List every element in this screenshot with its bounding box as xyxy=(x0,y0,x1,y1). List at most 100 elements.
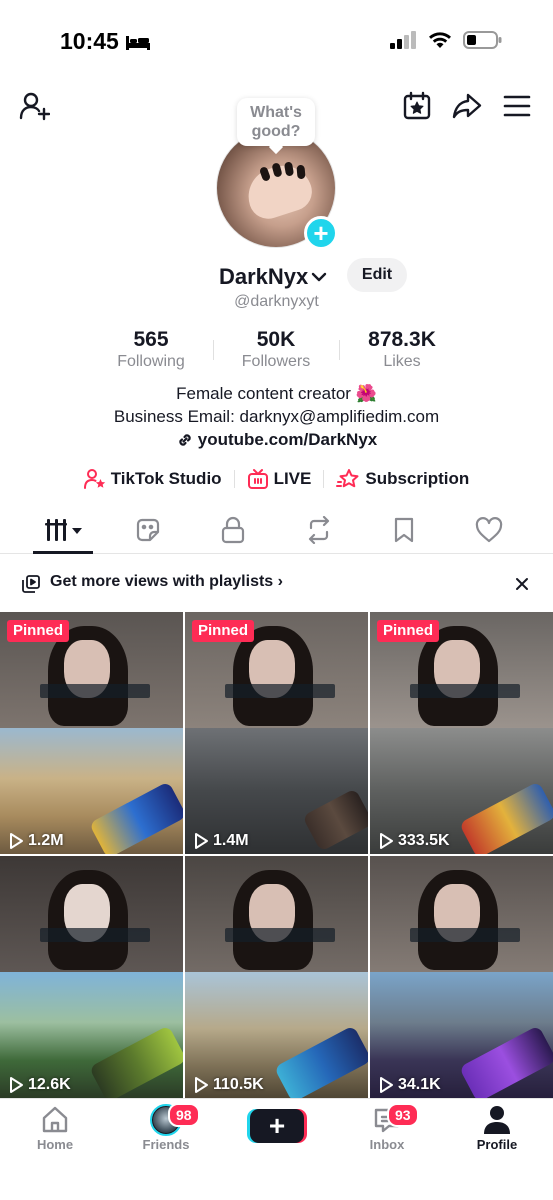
view-count: 34.1K xyxy=(378,1076,441,1094)
video-tile[interactable]: Pinned 333.5K xyxy=(370,612,553,854)
plus-icon: + xyxy=(313,218,329,248)
battery-icon xyxy=(463,31,502,49)
playlist-banner[interactable]: Get more views with playlists › xyxy=(0,563,553,603)
play-outline-icon xyxy=(10,833,23,849)
share-arrow-icon xyxy=(452,93,482,119)
view-count: 12.6K xyxy=(8,1076,71,1094)
lock-icon xyxy=(221,516,245,544)
home-icon xyxy=(42,1106,68,1133)
add-friend-button[interactable] xyxy=(16,88,52,124)
share-profile-button[interactable] xyxy=(449,88,485,124)
stat-label: Followers xyxy=(241,353,311,370)
active-tab-indicator xyxy=(33,551,93,554)
subscription-button[interactable]: Subscription xyxy=(336,468,469,490)
grid-bars-icon xyxy=(45,519,82,541)
playlist-banner-text: Get more views with playlists › xyxy=(50,573,283,590)
tab-reposts[interactable] xyxy=(299,514,339,546)
sleep-bed-icon xyxy=(125,35,150,50)
video-tile[interactable]: 12.6K xyxy=(0,856,183,1098)
status-time: 10:45 xyxy=(60,28,151,55)
status-bar: 10:45 xyxy=(0,0,553,80)
wifi-icon xyxy=(429,32,451,48)
stat-followers[interactable]: 50K Followers xyxy=(211,328,341,372)
stat-following[interactable]: 565 Following xyxy=(86,328,216,372)
create-button[interactable]: + xyxy=(250,1109,304,1143)
nav-inbox[interactable]: Inbox 93 xyxy=(347,1103,427,1152)
tool-divider xyxy=(323,470,325,488)
clock-text: 10:45 xyxy=(60,28,119,54)
nav-friends-label: Friends xyxy=(142,1137,190,1152)
inbox-badge: 93 xyxy=(387,1103,419,1127)
status-note-bubble[interactable]: What's good? xyxy=(237,98,315,146)
live-label: LIVE xyxy=(273,469,312,488)
bio: Female content creator 🌺 Business Email:… xyxy=(0,382,553,455)
nav-home-label: Home xyxy=(36,1137,74,1152)
video-tile[interactable]: Pinned 1.4M xyxy=(185,612,368,854)
nav-home[interactable]: Home xyxy=(15,1105,95,1152)
link-icon xyxy=(179,433,191,446)
chevron-right-icon: › xyxy=(277,573,283,590)
close-icon[interactable] xyxy=(514,576,530,592)
tab-liked[interactable] xyxy=(469,514,509,546)
sticker-face-icon xyxy=(136,518,160,542)
tiktok-studio-button[interactable]: TikTok Studio xyxy=(83,468,222,490)
bottom-nav: Home Friends 98 + Inbox 93 Profile xyxy=(0,1098,553,1200)
nav-profile-label: Profile xyxy=(476,1137,518,1152)
play-outline-icon xyxy=(380,1077,393,1093)
creator-tools: TikTok Studio LIVE Subscription xyxy=(0,466,553,492)
play-outline-icon xyxy=(10,1077,23,1093)
play-outline-icon xyxy=(195,1077,208,1093)
nav-profile[interactable]: Profile xyxy=(457,1105,537,1152)
status-indicators xyxy=(389,30,503,50)
nav-friends[interactable]: Friends 98 xyxy=(126,1103,206,1152)
friends-badge: 98 xyxy=(168,1103,200,1127)
pinned-badge: Pinned xyxy=(192,620,255,642)
tiktok-studio-label: TikTok Studio xyxy=(110,469,222,488)
pinned-badge: Pinned xyxy=(7,620,70,642)
tab-videos[interactable] xyxy=(43,514,87,546)
video-tile[interactable]: 110.5K xyxy=(185,856,368,1098)
tab-reposts-sticker[interactable] xyxy=(128,514,168,546)
display-name-switcher[interactable]: DarkNyx xyxy=(219,264,328,290)
video-tile[interactable]: 34.1K xyxy=(370,856,553,1098)
video-tile[interactable]: Pinned 1.2M xyxy=(0,612,183,854)
bio-line: Business Email: darknyx@amplifiedim.com xyxy=(113,407,440,426)
add-person-icon xyxy=(19,92,50,121)
profile-person-icon xyxy=(484,1106,510,1134)
playlist-icon xyxy=(22,575,40,593)
bio-line: Female content creator 🌺 xyxy=(176,384,377,403)
live-tv-icon xyxy=(247,469,268,489)
view-count: 110.5K xyxy=(193,1076,264,1094)
stat-value: 878.3K xyxy=(368,328,436,351)
view-count: 1.2M xyxy=(8,832,64,850)
display-name: DarkNyx xyxy=(219,264,309,289)
add-story-button[interactable]: + xyxy=(304,216,338,250)
calendar-button[interactable] xyxy=(399,88,435,124)
chevron-down-icon xyxy=(312,272,327,282)
tab-private[interactable] xyxy=(213,514,253,546)
live-button[interactable]: LIVE xyxy=(247,468,312,490)
bookmark-icon xyxy=(394,517,414,543)
view-count: 333.5K xyxy=(378,832,450,850)
person-star-icon xyxy=(83,469,105,489)
play-outline-icon xyxy=(195,833,208,849)
heart-icon xyxy=(475,517,503,543)
view-count: 1.4M xyxy=(193,832,249,850)
content-tabs xyxy=(0,508,553,554)
username-handle: @darknyxyt xyxy=(234,293,319,310)
subscription-label: Subscription xyxy=(365,469,470,488)
pinned-badge: Pinned xyxy=(377,620,440,642)
calendar-star-icon xyxy=(403,91,431,120)
menu-button[interactable] xyxy=(499,88,535,124)
tab-favorites[interactable] xyxy=(384,514,424,546)
profile-stats: 565 Following 50K Followers 878.3K Likes xyxy=(0,328,553,374)
stat-value: 565 xyxy=(133,328,169,351)
stat-likes[interactable]: 878.3K Likes xyxy=(337,328,467,372)
repost-icon xyxy=(308,516,330,544)
bio-link[interactable]: youtube.com/DarkNyx xyxy=(176,428,377,451)
stat-value: 50K xyxy=(256,328,296,351)
hamburger-menu-icon xyxy=(503,95,531,117)
stat-label: Following xyxy=(117,353,185,370)
edit-profile-button[interactable]: Edit xyxy=(347,258,407,292)
nav-inbox-label: Inbox xyxy=(369,1137,405,1152)
